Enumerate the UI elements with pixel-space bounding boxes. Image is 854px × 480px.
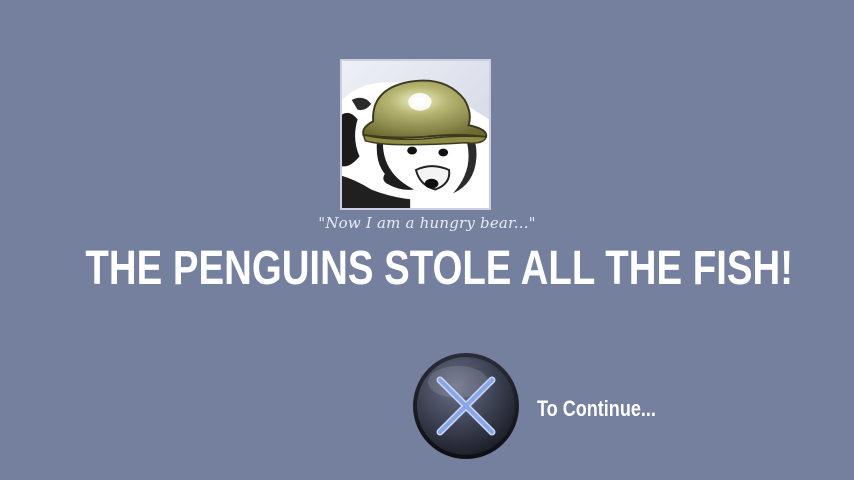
polar-bear-portrait (340, 59, 491, 210)
cross-button-icon (413, 353, 519, 459)
story-quote: "Now I am a hungry bear..." (318, 214, 536, 232)
continue-button[interactable] (412, 352, 520, 460)
story-headline: THE PENGUINS STOLE ALL THE FISH! (85, 242, 794, 295)
continue-label: To Continue... (537, 396, 656, 421)
polar-bear-miner-image (342, 61, 489, 208)
